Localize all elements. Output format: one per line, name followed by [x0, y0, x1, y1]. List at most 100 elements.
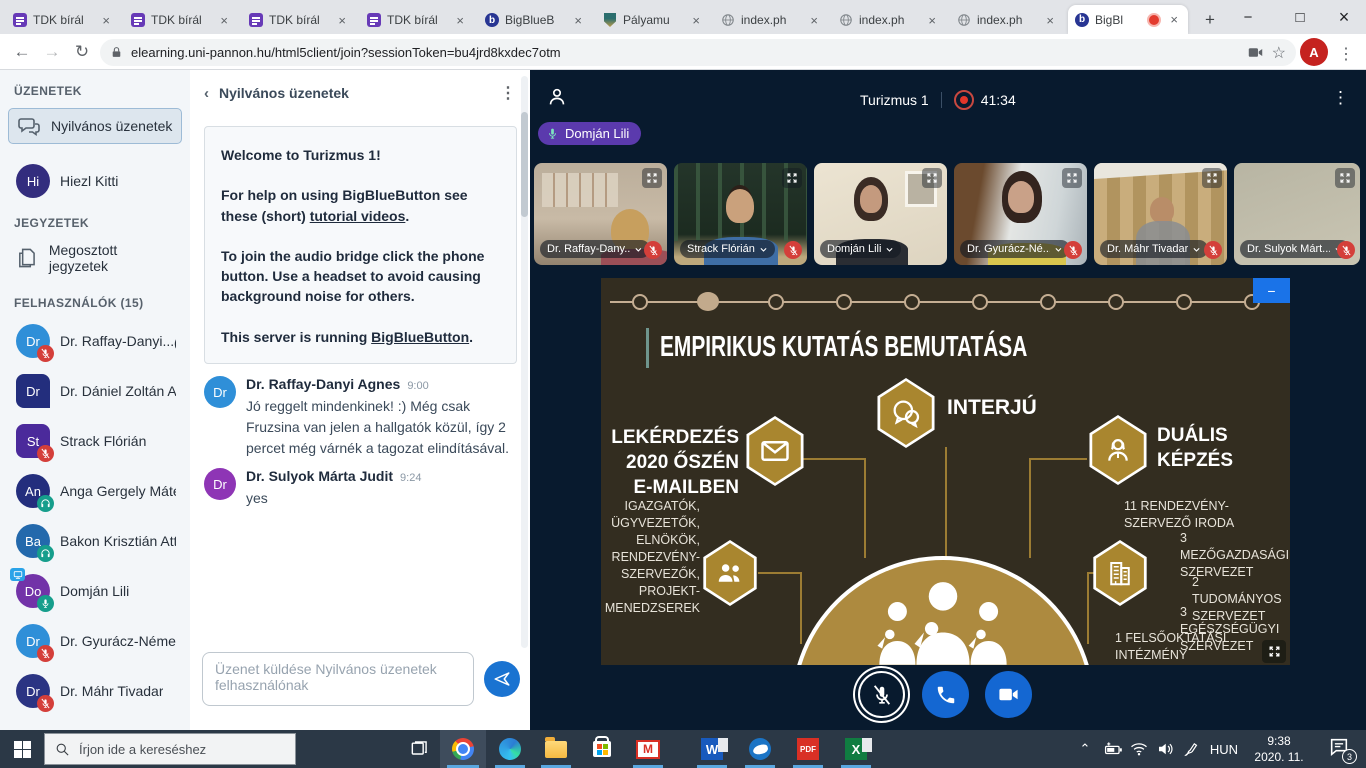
webcam-name-pill[interactable]: Dr. Máhr Tivadar	[1100, 240, 1208, 258]
notification-center-button[interactable]: 3	[1328, 736, 1354, 762]
webcam-name-pill[interactable]: Strack Flórián	[680, 240, 775, 258]
user-row[interactable]: Dr Dr. Máhr Tivadar	[8, 670, 184, 712]
webcam-raffay[interactable]: Dr. Raffay-Dany...	[534, 163, 667, 265]
sidebar-item-public-chat[interactable]: Nyilvános üzenetek	[8, 108, 182, 144]
webcam-name-pill[interactable]: Dr. Gyurácz-Né...	[960, 240, 1070, 258]
tab-index-3[interactable]: index.ph×	[950, 6, 1064, 34]
back-button[interactable]: ←	[8, 38, 36, 66]
user-list-toggle-icon[interactable]	[546, 86, 568, 108]
tab-close-icon[interactable]: ×	[1043, 13, 1057, 28]
user-row[interactable]: Do Domján Lili	[8, 570, 184, 612]
new-tab-button[interactable]: +	[1196, 6, 1224, 34]
bookmark-star-icon[interactable]: ☆	[1272, 43, 1286, 63]
taskbar-pdf[interactable]: PDF	[786, 730, 830, 768]
window-minimize-button[interactable]: −	[1226, 0, 1270, 34]
meeting-options-menu-icon[interactable]: ⋮	[1332, 88, 1349, 108]
browser-profile-avatar[interactable]: A	[1300, 38, 1328, 66]
tab-tdk-3[interactable]: TDK bírál×	[242, 6, 356, 34]
fullscreen-icon[interactable]	[1202, 168, 1222, 188]
webcam-name-pill[interactable]: Domján Lili	[820, 240, 901, 258]
tab-bigbluebutton[interactable]: bBigBlueB×	[478, 6, 592, 34]
taskbar-excel[interactable]: X	[834, 730, 878, 768]
avatar: Dr	[204, 468, 236, 500]
pen-icon[interactable]	[1178, 730, 1204, 768]
user-row[interactable]: Dr Dr. Raffay-Danyi...(Én)	[8, 320, 184, 362]
webcam-strack[interactable]: Strack Flórián	[674, 163, 807, 265]
language-indicator[interactable]: HUN	[1204, 730, 1244, 768]
webcam-sulyok[interactable]: Dr. Sulyok Márt...	[1234, 163, 1360, 265]
fullscreen-icon[interactable]	[1062, 168, 1082, 188]
fullscreen-presentation-button[interactable]	[1262, 640, 1286, 663]
task-view-icon	[409, 739, 429, 759]
webcam-share-button[interactable]	[985, 671, 1032, 718]
tab-index-1[interactable]: index.ph×	[714, 6, 828, 34]
tab-tdk-2[interactable]: TDK bírál×	[124, 6, 238, 34]
window-restore-button[interactable]: □	[1278, 0, 1322, 34]
battery-icon[interactable]	[1100, 730, 1126, 768]
tab-close-icon[interactable]: ×	[571, 13, 585, 28]
tab-close-icon[interactable]: ×	[335, 13, 349, 28]
tab-close-icon[interactable]: ×	[925, 13, 939, 28]
sidebar-item-private-chat[interactable]: Hi Hiezl Kitti	[8, 160, 182, 202]
recording-indicator[interactable]: 41:34	[954, 90, 1016, 110]
taskbar-gmail[interactable]: M	[626, 730, 670, 768]
user-row[interactable]: An Anga Gergely Máté	[8, 470, 184, 512]
tab-bbb-active[interactable]: bBigBl×	[1068, 5, 1188, 34]
taskbar-word[interactable]: W	[690, 730, 734, 768]
fullscreen-icon[interactable]	[922, 168, 942, 188]
task-view-button[interactable]	[398, 730, 440, 768]
webcam-name-pill[interactable]: Dr. Raffay-Dany...	[540, 240, 650, 258]
mute-button[interactable]	[858, 671, 905, 718]
survey-label: LEKÉRDEZÉS 2020 ŐSZÉN E-MAILBEN	[601, 425, 739, 500]
sidebar-item-shared-notes[interactable]: Megosztott jegyzetek	[8, 238, 182, 278]
camera-permission-icon[interactable]	[1247, 44, 1264, 61]
bigbluebutton-link[interactable]: BigBlueButton	[371, 329, 469, 345]
taskbar-search[interactable]: Írjon ide a kereséshez	[44, 733, 296, 765]
volume-icon[interactable]	[1152, 730, 1178, 768]
tab-index-2[interactable]: index.ph×	[832, 6, 946, 34]
taskbar-edge[interactable]	[488, 730, 532, 768]
webcam-gyuracz[interactable]: Dr. Gyurácz-Né...	[954, 163, 1087, 265]
taskbar-clock[interactable]: 9:38 2020. 11. 25.	[1246, 733, 1312, 768]
tab-tdk-4[interactable]: TDK bírál×	[360, 6, 474, 34]
url-bar[interactable]: elearning.uni-pannon.hu/html5client/join…	[100, 39, 1296, 66]
tab-palyamu[interactable]: Pályamu×	[596, 6, 710, 34]
chat-message-input[interactable]	[202, 652, 474, 706]
start-button[interactable]	[0, 730, 44, 768]
webcam-domjan[interactable]: Domján Lili	[814, 163, 947, 265]
reload-button[interactable]: ↻	[68, 38, 96, 66]
tab-close-icon[interactable]: ×	[99, 13, 113, 28]
taskbar-thunderbird[interactable]	[738, 730, 782, 768]
send-message-button[interactable]	[484, 661, 520, 697]
tutorial-videos-link[interactable]: tutorial videos	[310, 208, 406, 224]
tab-close-icon[interactable]: ×	[1167, 12, 1181, 27]
tab-close-icon[interactable]: ×	[453, 13, 467, 28]
user-row[interactable]: St Strack Flórián	[8, 420, 184, 462]
fullscreen-icon[interactable]	[782, 168, 802, 188]
tab-tdk-1[interactable]: TDK bírál×	[6, 6, 120, 34]
fullscreen-icon[interactable]	[1335, 168, 1355, 188]
window-close-button[interactable]: ×	[1322, 0, 1366, 34]
minimize-presentation-button[interactable]: −	[1253, 278, 1290, 303]
tab-close-icon[interactable]: ×	[807, 13, 821, 28]
tray-chevron[interactable]: ⌃	[1072, 730, 1098, 768]
chat-back-button[interactable]: ‹	[204, 85, 209, 102]
tab-close-icon[interactable]: ×	[217, 13, 231, 28]
leave-audio-button[interactable]	[922, 671, 969, 718]
fullscreen-icon[interactable]	[642, 168, 662, 188]
user-row[interactable]: Dr Dr. Gyurácz-Német...	[8, 620, 184, 662]
tab-close-icon[interactable]: ×	[689, 13, 703, 28]
forward-button[interactable]: →	[38, 38, 66, 66]
user-row[interactable]: Dr Dr. Dániel Zoltán An...	[8, 370, 184, 412]
browser-menu-icon[interactable]: ⋮	[1338, 44, 1354, 64]
webcam-mahr[interactable]: Dr. Máhr Tivadar	[1094, 163, 1227, 265]
webcam-name-pill[interactable]: Dr. Sulyok Márt...	[1240, 240, 1350, 258]
chat-scrollbar-thumb[interactable]	[521, 112, 528, 217]
talking-indicator[interactable]: Domján Lili	[538, 122, 641, 145]
taskbar-store[interactable]	[580, 730, 624, 768]
user-row[interactable]: Ba Bakon Krisztián Attila	[8, 520, 184, 562]
taskbar-explorer[interactable]	[534, 730, 578, 768]
taskbar-chrome[interactable]	[440, 730, 486, 768]
wifi-icon[interactable]	[1126, 730, 1152, 768]
chat-menu-icon[interactable]: ⋮	[500, 83, 516, 103]
